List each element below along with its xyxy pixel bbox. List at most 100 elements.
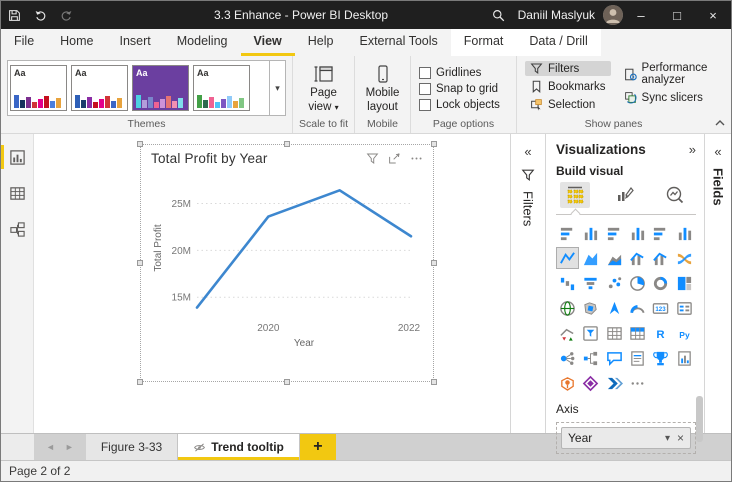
visual-type-kpi[interactable] [556, 322, 579, 344]
sidebar-data-view[interactable] [1, 178, 33, 208]
filter-icon[interactable] [366, 152, 379, 165]
mobile-layout-button[interactable]: Mobile layout [362, 61, 404, 115]
maximize-button[interactable]: □ [659, 1, 695, 29]
checkbox-lock-objects[interactable]: Lock objects [419, 98, 500, 111]
close-icon[interactable]: × [677, 431, 684, 445]
visual-type-scatter-chart[interactable] [603, 272, 626, 294]
ribbon-tab-file[interactable]: File [1, 29, 47, 56]
visual-type-r-script-visual[interactable]: R [649, 322, 672, 344]
visual-type-more-visuals[interactable] [626, 372, 649, 394]
visual-type-stacked-area-chart[interactable] [603, 247, 626, 269]
visual-type-goals[interactable] [649, 347, 672, 369]
user-avatar[interactable] [603, 5, 623, 25]
theme-3[interactable]: Aa [132, 65, 189, 111]
visual-type-python-visual[interactable]: Py [673, 322, 696, 344]
show-pane-bookmarks[interactable]: Bookmarks [525, 79, 611, 94]
visual-type-100-stacked-column-chart[interactable] [673, 222, 696, 244]
visual-type-area-chart[interactable] [579, 247, 602, 269]
visual-type-multi-row-card[interactable] [673, 297, 696, 319]
visual-type-filled-map[interactable] [579, 297, 602, 319]
checkbox-box[interactable] [419, 82, 431, 95]
visual-type-clustered-bar-chart[interactable] [603, 222, 626, 244]
visual-type-stacked-column-chart[interactable] [579, 222, 602, 244]
visual-type-power-apps-visual[interactable] [579, 372, 602, 394]
visual-type-clustered-column-chart[interactable] [626, 222, 649, 244]
save-button[interactable] [1, 1, 27, 29]
visual-type-treemap[interactable] [673, 272, 696, 294]
visual-type-matrix[interactable] [626, 322, 649, 344]
page-tab-trend-tooltip[interactable]: Trend tooltip [178, 434, 300, 460]
prev-page-arrow-icon[interactable]: ◄ [46, 442, 55, 452]
visual-type-stacked-bar-chart[interactable] [556, 222, 579, 244]
ribbon-tab-home[interactable]: Home [47, 29, 106, 56]
ribbon-tab-view[interactable]: View [240, 29, 295, 56]
page-tab-figure-3-33[interactable]: Figure 3-33 [85, 434, 179, 460]
focus-mode-icon[interactable] [388, 152, 401, 165]
show-pane-performance-analyzer[interactable]: Performance analyzer [619, 61, 713, 87]
visual-type-ribbon-chart[interactable] [673, 247, 696, 269]
visual-type-paginated-report[interactable] [673, 347, 696, 369]
theme-1[interactable]: Aa [10, 65, 67, 111]
search-icon[interactable] [486, 1, 512, 29]
visual-type-q-and-a[interactable] [603, 347, 626, 369]
visual-type-gauge[interactable] [626, 297, 649, 319]
user-name[interactable]: Daniil Maslyuk [518, 8, 595, 22]
visual-type-power-automate-visual[interactable] [603, 372, 626, 394]
new-page-button[interactable]: + [299, 434, 336, 460]
resize-handle[interactable] [284, 379, 290, 385]
resize-handle[interactable] [137, 379, 143, 385]
page-view-button[interactable]: Page view ▾ [301, 61, 346, 115]
collapse-ribbon-button[interactable] [715, 116, 725, 130]
tab-analytics[interactable] [660, 182, 690, 208]
chevron-double-right-icon[interactable]: » [689, 142, 696, 157]
close-button[interactable]: × [695, 1, 731, 29]
report-canvas[interactable]: Total Profit by Year 15M 20M 25M 2020 2022 To… [34, 134, 510, 433]
sidebar-report-view[interactable] [1, 142, 33, 172]
undo-button[interactable] [27, 1, 53, 29]
resize-handle[interactable] [431, 260, 437, 266]
visual-type-funnel-chart[interactable] [579, 272, 602, 294]
fields-pane-title[interactable]: Fields [711, 168, 726, 206]
tab-build-visual[interactable] [560, 182, 590, 208]
show-pane-selection[interactable]: Selection [525, 97, 611, 112]
chevron-double-left-icon[interactable]: « [524, 144, 531, 159]
ribbon-tab-insert[interactable]: Insert [107, 29, 164, 56]
chevron-double-left-icon[interactable]: « [714, 144, 721, 159]
checkbox-snap-to-grid[interactable]: Snap to grid [419, 82, 500, 95]
axis-field-well[interactable]: Year ▾ × [556, 422, 696, 454]
more-options-icon[interactable] [410, 152, 423, 165]
visual-type-map[interactable] [556, 297, 579, 319]
visual-type-line-and-stacked-column-chart[interactable] [626, 247, 649, 269]
theme-2[interactable]: Aa [71, 65, 128, 111]
visual-type-table[interactable] [603, 322, 626, 344]
next-page-arrow-icon[interactable]: ► [65, 442, 74, 452]
minimize-button[interactable]: – [623, 1, 659, 29]
visual-type-pie-chart[interactable] [626, 272, 649, 294]
resize-handle[interactable] [284, 141, 290, 147]
resize-handle[interactable] [137, 260, 143, 266]
visual-type-azure-map[interactable] [603, 297, 626, 319]
resize-handle[interactable] [137, 141, 143, 147]
visual-type-key-influencers[interactable] [556, 347, 579, 369]
visual-type-smart-narrative[interactable] [626, 347, 649, 369]
ribbon-tab-external-tools[interactable]: External Tools [346, 29, 450, 56]
scrollbar-thumb[interactable] [696, 396, 703, 442]
visual-type-waterfall-chart[interactable] [556, 272, 579, 294]
line-chart-visual[interactable]: Total Profit by Year 15M 20M 25M 2020 2022 To… [137, 141, 437, 385]
visual-type-line-chart[interactable] [556, 247, 580, 269]
resize-handle[interactable] [431, 379, 437, 385]
visual-type-100-stacked-bar-chart[interactable] [649, 222, 672, 244]
axis-field-pill[interactable]: Year ▾ × [561, 427, 691, 449]
ribbon-tab-modeling[interactable]: Modeling [164, 29, 241, 56]
visual-type-card[interactable]: 123 [649, 297, 672, 319]
ribbon-tab-help[interactable]: Help [295, 29, 347, 56]
theme-4[interactable]: Aa [193, 65, 250, 111]
checkbox-gridlines[interactable]: Gridlines [419, 66, 500, 79]
resize-handle[interactable] [431, 141, 437, 147]
visual-type-line-and-clustered-column-chart[interactable] [649, 247, 672, 269]
ribbon-tab-data-drill[interactable]: Data / Drill [516, 29, 601, 56]
checkbox-box[interactable] [419, 98, 431, 111]
visual-type-donut-chart[interactable] [649, 272, 672, 294]
show-pane-sync-slicers[interactable]: Sync slicers [619, 90, 713, 105]
visual-type-decomposition-tree[interactable] [579, 347, 602, 369]
